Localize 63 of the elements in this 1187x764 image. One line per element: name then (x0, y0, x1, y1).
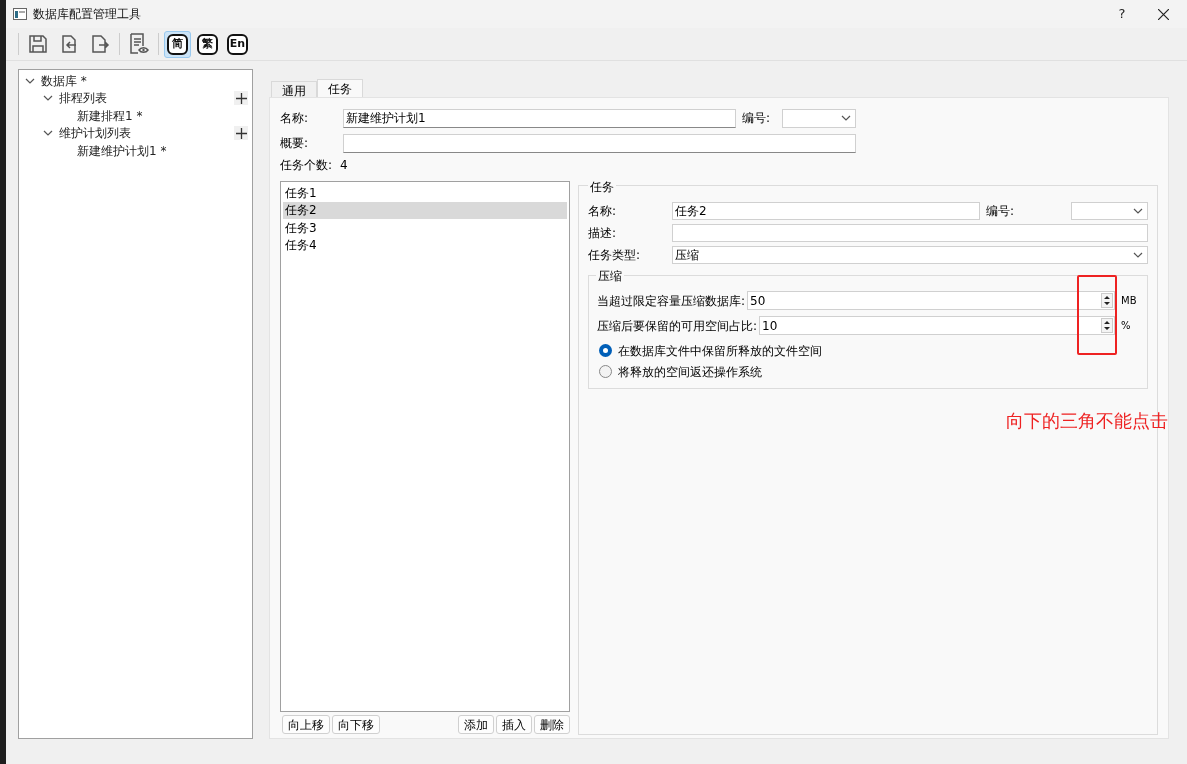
close-icon (1157, 8, 1169, 20)
help-button[interactable]: ? (1104, 4, 1140, 24)
tree-item[interactable]: 新建维护计划1 * (77, 141, 167, 160)
list-item[interactable]: 任务1 (283, 184, 567, 202)
field-label: 任务类型: (588, 246, 642, 264)
chevron-down-icon (841, 115, 851, 121)
action-button[interactable]: 插入 (496, 715, 532, 734)
field-label: 当超过限定容量压缩数据库: (597, 292, 746, 310)
tree-item[interactable]: 新建排程1 * (77, 106, 143, 125)
field-label: 任务个数: (280, 157, 333, 174)
document-arrow-left-icon (59, 34, 79, 54)
task-count: 4 (340, 157, 348, 174)
chevron-down-icon (1133, 251, 1143, 258)
field-label: 压缩后要保留的可用空间占比: (597, 317, 758, 335)
group-title: 压缩 (596, 267, 624, 285)
field-label: 编号: (742, 110, 772, 127)
task-name-field[interactable]: 任务2 (672, 201, 980, 220)
list-item[interactable]: 任务4 (283, 236, 567, 254)
field-label: 描述: (588, 224, 618, 242)
window-title: 数据库配置管理工具 (33, 6, 141, 23)
name-field[interactable]: 新建维护计划1 (343, 108, 736, 128)
chevron-down-icon (43, 130, 53, 137)
spin-box[interactable]: 10 (759, 316, 1115, 335)
document-eye-icon (128, 33, 150, 55)
spin-arrows-icon (1101, 318, 1113, 333)
unit-label: MB (1121, 294, 1138, 308)
app-icon (13, 8, 27, 20)
add-button[interactable] (234, 91, 248, 106)
radio-button[interactable] (599, 344, 612, 357)
radio-label: 在数据库文件中保留所释放的文件空间 (618, 342, 822, 360)
action-button[interactable]: 删除 (534, 715, 570, 734)
unit-label: % (1121, 319, 1132, 333)
group-title: 任务 (588, 178, 616, 196)
chevron-down-icon (43, 95, 53, 102)
spin-box[interactable]: 50 (747, 291, 1115, 310)
field-label: 编号: (986, 202, 1016, 220)
chevron-down-icon (25, 77, 35, 84)
language-button[interactable]: 简 (164, 30, 191, 58)
action-button[interactable]: 向下移 (332, 715, 380, 734)
field-label: 名称: (588, 202, 618, 220)
description-field[interactable] (672, 223, 1148, 242)
list-item[interactable]: 任务2 (283, 201, 567, 219)
list-item[interactable]: 任务3 (283, 219, 567, 237)
add-button[interactable] (234, 126, 248, 141)
task-type-dropdown[interactable]: 压缩 (672, 245, 1148, 264)
action-button[interactable]: 添加 (458, 715, 494, 734)
tree-item[interactable]: 排程列表 (59, 89, 107, 108)
radio-label: 将释放的空间返还操作系统 (618, 363, 762, 381)
action-button[interactable]: 向上移 (282, 715, 330, 734)
field-label: 名称: (280, 110, 310, 127)
summary-field[interactable] (343, 133, 856, 153)
tab[interactable]: 通用 (271, 81, 317, 97)
chevron-down-icon (1133, 207, 1143, 214)
spin-arrows-icon (1101, 293, 1113, 308)
annotation-text: 向下的三角不能点击 (1006, 409, 1168, 433)
field-label: 概要: (280, 135, 310, 152)
radio-button[interactable] (599, 365, 612, 378)
tab[interactable]: 任务 (317, 79, 363, 97)
tree-item[interactable]: 维护计划列表 (59, 124, 131, 143)
plus-icon (235, 127, 247, 139)
document-arrow-right-icon (90, 34, 110, 54)
plus-icon (235, 92, 247, 104)
tree-item[interactable]: 数据库 * (41, 71, 87, 90)
